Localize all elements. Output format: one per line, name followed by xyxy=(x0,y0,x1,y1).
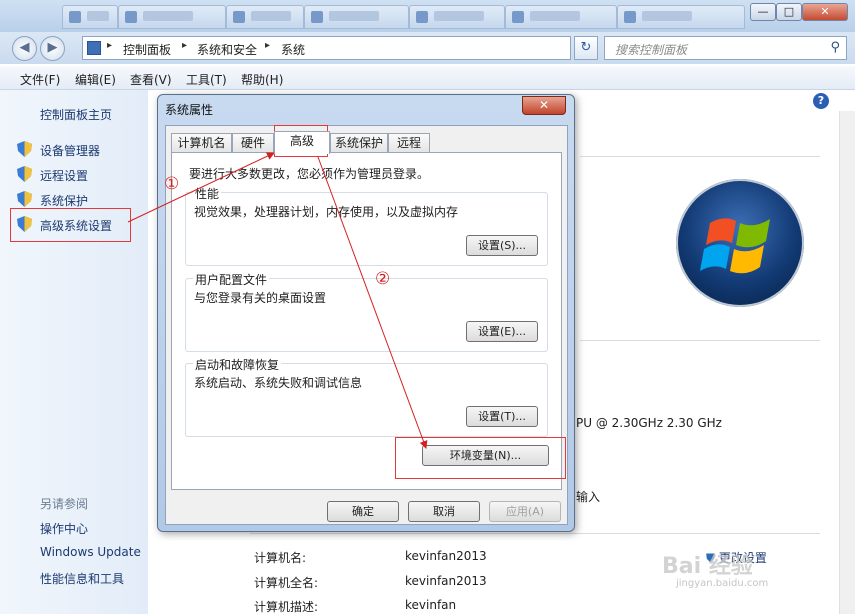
arrow-step-1 xyxy=(127,152,275,223)
arrow-step-2 xyxy=(317,156,428,449)
tab-advanced[interactable]: 高级 xyxy=(274,131,330,154)
watermark-url: jingyan.baidu.com xyxy=(676,578,769,589)
annotation-arrows xyxy=(127,152,428,449)
watermark-logo: Bai 经验 xyxy=(662,554,753,579)
